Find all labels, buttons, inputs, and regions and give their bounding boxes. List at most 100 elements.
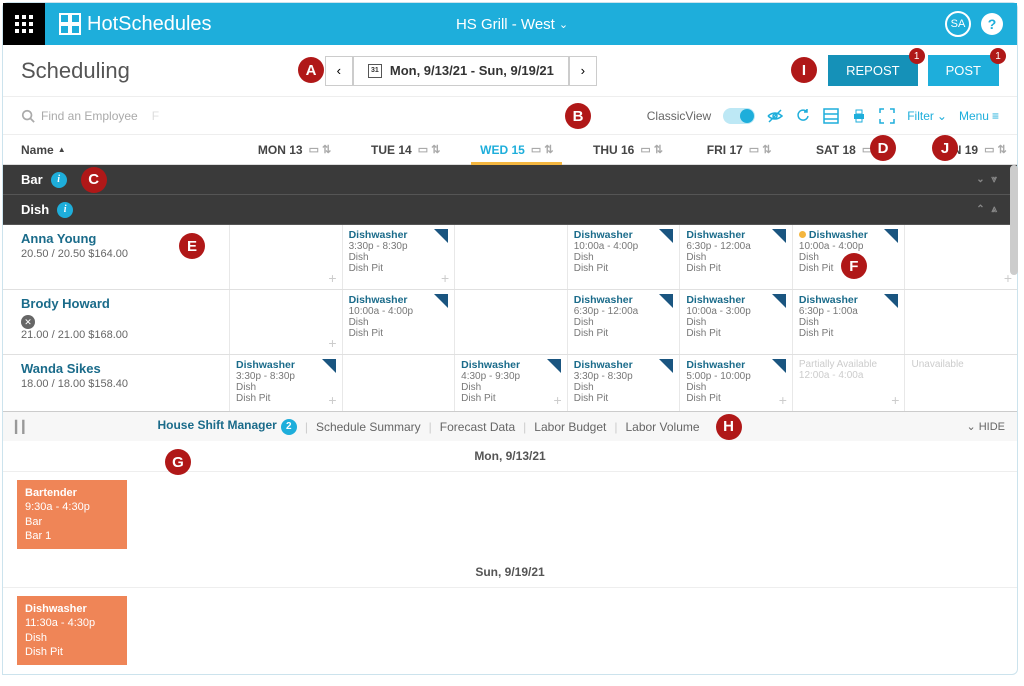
callout-i: I — [791, 57, 817, 83]
tab-forecast-data[interactable]: Forecast Data — [432, 420, 523, 434]
filter-label: Filter — [907, 109, 934, 123]
post-label: POST — [946, 63, 981, 78]
post-button[interactable]: POST1 — [928, 55, 999, 86]
tab-schedule-summary[interactable]: Schedule Summary — [308, 420, 429, 434]
expand-icon[interactable] — [879, 108, 895, 124]
shift-cell[interactable]: + — [229, 290, 342, 354]
section-header-bar[interactable]: Bar i C ⌄ ⩔ — [3, 165, 1017, 195]
tab-labor-budget[interactable]: Labor Budget — [526, 420, 614, 434]
expand-icon[interactable]: ⌃ ⩓ — [976, 204, 999, 215]
scrollbar[interactable] — [1010, 165, 1018, 455]
column-header-thu[interactable]: THU 16▭ ⇅ — [572, 143, 683, 157]
section-header-dish[interactable]: Dish i ⌃ ⩓ — [3, 195, 1017, 225]
add-icon[interactable]: + — [328, 392, 336, 408]
add-icon[interactable]: + — [441, 270, 449, 286]
shift-cell[interactable]: Dishwasher10:00a - 4:00pDishDish Pit F — [792, 225, 905, 289]
shift-cell[interactable]: Dishwasher4:30p - 9:30pDishDish Pit+ — [454, 355, 567, 411]
shift-cell[interactable]: Dishwasher10:00a - 4:00pDishDish Pit — [342, 290, 455, 354]
visibility-icon[interactable] — [767, 108, 783, 124]
menu-link[interactable]: Menu ≡ — [959, 109, 999, 123]
shift-cell[interactable]: Dishwasher3:30p - 8:30pDishDish Pit+ — [342, 225, 455, 289]
avatar[interactable]: SA — [945, 11, 971, 37]
shift-cell[interactable] — [454, 290, 567, 354]
grid-icon[interactable] — [823, 108, 839, 124]
shift-loc: Dish Pit — [574, 328, 674, 339]
shift-cell[interactable]: + — [904, 225, 1017, 289]
classic-view-toggle[interactable] — [723, 108, 755, 124]
column-header-mon[interactable]: MON 13▭ ⇅ — [239, 143, 350, 157]
shift-cell[interactable]: Dishwasher3:30p - 8:30pDishDish Pit+ — [229, 355, 342, 411]
employee-cell[interactable]: Wanda Sikes 18.00 / 18.00 $158.40 — [3, 355, 229, 411]
column-header-fri[interactable]: FRI 17▭ ⇅ — [684, 143, 795, 157]
shift-cell-partial[interactable]: Partially Available12:00a - 4:00a+ — [792, 355, 905, 411]
shift-cell[interactable] — [904, 290, 1017, 354]
add-icon[interactable]: + — [891, 392, 899, 408]
classic-view-label: ClassicView — [647, 109, 711, 123]
remove-icon[interactable]: ✕ — [21, 315, 35, 329]
column-header-name[interactable]: Name ▲ — [21, 143, 239, 157]
prev-week-button[interactable]: ‹ — [325, 56, 353, 86]
card-time: 9:30a - 4:30p — [25, 500, 119, 514]
column-header-wed[interactable]: WED 15 ▭ ⇅ — [461, 143, 572, 157]
add-icon[interactable]: + — [328, 270, 336, 286]
shift-dept: Dish — [799, 317, 899, 328]
shift-cell[interactable]: Dishwasher6:30p - 12:00aDishDish Pit — [679, 225, 792, 289]
collapse-icon[interactable]: ⌄ ⩔ — [976, 174, 999, 185]
sort-icons: ▭ ⇅ — [309, 143, 332, 156]
add-icon[interactable]: + — [779, 392, 787, 408]
print-icon[interactable] — [851, 108, 867, 124]
card-title: Dishwasher — [25, 602, 119, 616]
tab-labor-volume[interactable]: Labor Volume — [617, 420, 707, 434]
pause-icon[interactable]: ▎▎ — [15, 420, 29, 434]
name-header-text: Name — [21, 143, 54, 157]
shift-cell[interactable] — [454, 225, 567, 289]
shift-cell[interactable] — [342, 355, 455, 411]
sort-icons: ▭ ⇅ — [749, 143, 772, 156]
house-shift-card[interactable]: Dishwasher 11:30a - 4:30p Dish Dish Pit — [17, 596, 127, 665]
menu-label: Menu — [959, 109, 989, 123]
search-cursor: F — [152, 109, 159, 123]
shift-cell[interactable]: Dishwasher3:30p - 8:30pDishDish Pit — [567, 355, 680, 411]
chevron-down-icon: ⌄ — [937, 109, 947, 123]
shift-loc: Dish Pit — [686, 393, 786, 404]
sort-icons: ▭ ⇅ — [531, 143, 554, 156]
employee-cell[interactable]: Anna Young 20.50 / 20.50 $164.00 E — [3, 225, 229, 289]
employee-cell[interactable]: Brody Howard ✕ 21.00 / 21.00 $168.00 — [3, 290, 229, 354]
column-header-tue[interactable]: TUE 14▭ ⇅ — [350, 143, 461, 157]
info-icon[interactable]: i — [57, 202, 73, 218]
shift-loc: Dish Pit — [574, 393, 674, 404]
add-icon[interactable]: + — [554, 392, 562, 408]
shift-cell[interactable]: Dishwasher10:00a - 3:00pDishDish Pit — [679, 290, 792, 354]
hide-button[interactable]: ⌄ HIDE — [966, 420, 1005, 433]
location-selector[interactable]: HS Grill - West ⌄ — [456, 16, 568, 33]
shift-cell[interactable]: Dishwasher6:30p - 1:00aDishDish Pit — [792, 290, 905, 354]
add-icon[interactable]: + — [328, 335, 336, 351]
column-header-sun[interactable]: SUN 19▭ ⇅ — [906, 143, 1017, 157]
day-label: WED 15 — [480, 143, 525, 157]
apps-button[interactable] — [3, 3, 45, 45]
warning-dot-icon — [799, 231, 806, 238]
post-badge: 1 — [990, 48, 1006, 64]
shift-dept: Dish — [574, 317, 674, 328]
repost-button[interactable]: REPOST1 — [828, 55, 917, 86]
refresh-icon[interactable] — [795, 108, 811, 124]
scrollbar-thumb[interactable] — [1010, 165, 1018, 275]
shift-loc: Dish Pit — [574, 263, 674, 274]
shift-cell[interactable]: Dishwasher6:30p - 12:00aDishDish Pit — [567, 290, 680, 354]
shift-cell-unavailable[interactable]: Unavailable — [904, 355, 1017, 411]
day-label: TUE 14 — [371, 143, 412, 157]
date-range-picker[interactable]: ‹ 31Mon, 9/13/21 - Sun, 9/19/21 › — [325, 56, 597, 86]
house-shift-card[interactable]: Bartender 9:30a - 4:30p Bar Bar 1 — [17, 480, 127, 549]
help-icon[interactable]: ? — [981, 13, 1003, 35]
tab-house-shift-manager[interactable]: House Shift Manager2 — [149, 418, 304, 435]
shift-cell[interactable]: + — [229, 225, 342, 289]
shift-cell[interactable]: Dishwasher10:00a - 4:00pDishDish Pit — [567, 225, 680, 289]
search-input[interactable]: Find an Employee F — [21, 109, 159, 123]
shift-cell[interactable]: Dishwasher5:00p - 10:00pDishDish Pit+ — [679, 355, 792, 411]
filter-link[interactable]: Filter ⌄ — [907, 109, 947, 123]
shift-dept: Dish — [349, 252, 449, 263]
info-icon[interactable]: i — [51, 172, 67, 188]
shift-loc: Dish Pit — [461, 393, 561, 404]
next-week-button[interactable]: › — [569, 56, 597, 86]
chevron-down-icon: ⌄ — [559, 18, 568, 31]
